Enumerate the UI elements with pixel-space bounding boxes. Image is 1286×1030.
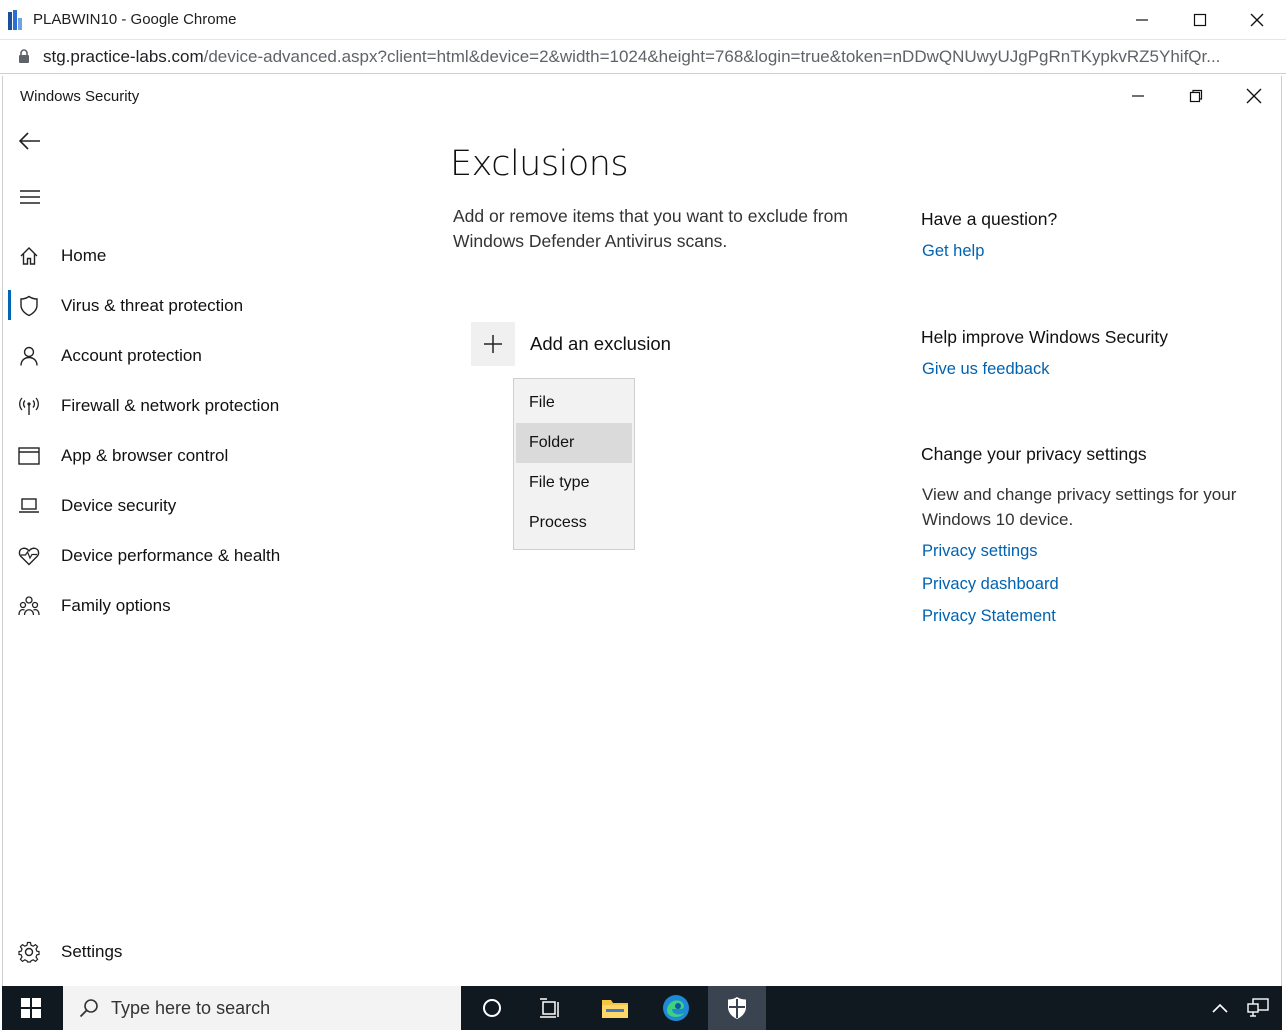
browser-minimize-button[interactable] (1113, 0, 1171, 40)
app-restore-button[interactable] (1167, 76, 1225, 116)
nav-item-settings[interactable]: Settings (3, 930, 303, 974)
url-text[interactable]: stg.practice-labs.com/device-advanced.as… (43, 47, 1268, 67)
windows-logo-icon (21, 998, 41, 1018)
minimize-icon (1132, 95, 1144, 97)
plus-icon (471, 322, 515, 366)
feedback-link[interactable]: Give us feedback (922, 360, 1050, 379)
taskbar-search-box[interactable]: Type here to search (63, 986, 461, 1030)
nav-label: Home (61, 246, 107, 265)
laptop-icon (3, 498, 55, 514)
restore-icon (1189, 89, 1203, 103)
privacy-statement-link[interactable]: Privacy Statement (922, 607, 1056, 626)
person-icon (3, 346, 55, 366)
home-icon (3, 246, 55, 266)
app-logo-icon (8, 10, 22, 30)
lock-icon (19, 49, 29, 63)
back-button[interactable] (15, 126, 45, 156)
search-placeholder: Type here to search (111, 997, 271, 1018)
browser-window-title: PLABWIN10 - Google Chrome (33, 11, 237, 28)
close-icon (1250, 13, 1264, 27)
close-icon (1246, 88, 1262, 104)
app-title: Windows Security (20, 88, 140, 105)
add-exclusion-label: Add an exclusion (530, 333, 671, 354)
menu-item-file-type[interactable]: File type (514, 463, 634, 503)
family-icon (3, 596, 55, 616)
hamburger-icon (20, 190, 40, 204)
windows-security-window: Windows Security Home Virus & threat pro… (2, 76, 1282, 986)
nav-label: Account protection (61, 346, 202, 365)
url-path: /device-advanced.aspx?client=html&device… (203, 47, 1221, 66)
nav-item-home[interactable]: Home (3, 234, 403, 278)
url-host: stg.practice-labs.com (43, 47, 204, 66)
page-description: Add or remove items that you want to exc… (453, 206, 848, 251)
menu-item-process[interactable]: Process (514, 503, 634, 543)
menu-item-folder[interactable]: Folder (516, 423, 632, 463)
privacy-settings-link[interactable]: Privacy settings (922, 542, 1038, 561)
improve-heading: Help improve Windows Security (921, 327, 1169, 347)
show-hidden-icons-button[interactable] (1202, 986, 1238, 1030)
shield-icon (728, 997, 746, 1019)
address-bar[interactable]: stg.practice-labs.com/device-advanced.as… (0, 40, 1286, 74)
nav-label: Settings (61, 942, 123, 961)
nav-item-virus-threat[interactable]: Virus & threat protection (3, 284, 403, 328)
nav-label: Firewall & network protection (61, 396, 280, 415)
add-exclusion-button[interactable]: Add an exclusion (471, 321, 671, 367)
menu-button[interactable] (15, 182, 45, 212)
edge-icon (663, 995, 689, 1021)
nav-label: Device performance & health (61, 546, 281, 565)
nav-label: Virus & threat protection (61, 296, 244, 315)
privacy-heading: Change your privacy settings (921, 444, 1147, 464)
antenna-icon (3, 396, 55, 416)
exclusion-type-menu: File Folder File type Process (513, 378, 635, 550)
shield-icon (3, 295, 55, 317)
nav-label: Device security (61, 496, 177, 515)
question-heading: Have a question? (921, 209, 1058, 229)
page-title: Exclusions (450, 144, 629, 184)
windows-security-taskbar-button[interactable] (708, 986, 766, 1030)
cortana-circle-icon (483, 999, 501, 1017)
nav-label: Family options (61, 596, 171, 615)
nav-item-device-security[interactable]: Device security (3, 484, 403, 528)
arrow-left-icon (19, 132, 40, 150)
browser-maximize-button[interactable] (1171, 0, 1229, 40)
network-monitor-icon (1247, 998, 1269, 1017)
minimize-icon (1136, 19, 1148, 21)
nav-item-app-browser[interactable]: App & browser control (3, 434, 403, 478)
nav-item-device-performance[interactable]: Device performance & health (3, 534, 403, 578)
chevron-up-icon (1212, 1003, 1228, 1013)
cortana-button[interactable] (463, 986, 521, 1030)
nav-item-account[interactable]: Account protection (3, 334, 403, 378)
get-help-link[interactable]: Get help (922, 242, 984, 261)
privacy-text: View and change privacy settings for you… (922, 485, 1237, 529)
app-window-icon (3, 447, 55, 465)
edge-browser-button[interactable] (647, 986, 705, 1030)
task-view-icon (540, 998, 559, 1018)
browser-title-bar: PLABWIN10 - Google Chrome (0, 0, 1286, 40)
file-explorer-button[interactable] (586, 986, 644, 1030)
heart-pulse-icon (3, 546, 55, 566)
menu-item-file[interactable]: File (514, 383, 634, 423)
browser-close-button[interactable] (1228, 0, 1286, 40)
privacy-dashboard-link[interactable]: Privacy dashboard (922, 575, 1059, 594)
nav-item-firewall[interactable]: Firewall & network protection (3, 384, 403, 428)
maximize-icon (1193, 13, 1207, 27)
nav-item-family[interactable]: Family options (3, 584, 403, 628)
task-view-button[interactable] (521, 986, 579, 1030)
gear-icon (3, 941, 55, 963)
app-minimize-button[interactable] (1109, 76, 1167, 116)
folder-icon (602, 1000, 628, 1018)
app-close-button[interactable] (1225, 76, 1283, 116)
network-tray-button[interactable] (1238, 986, 1278, 1030)
start-button[interactable] (2, 986, 60, 1030)
nav-label: App & browser control (61, 446, 229, 465)
search-icon (79, 999, 98, 1018)
taskbar: Type here to search (2, 986, 1282, 1030)
